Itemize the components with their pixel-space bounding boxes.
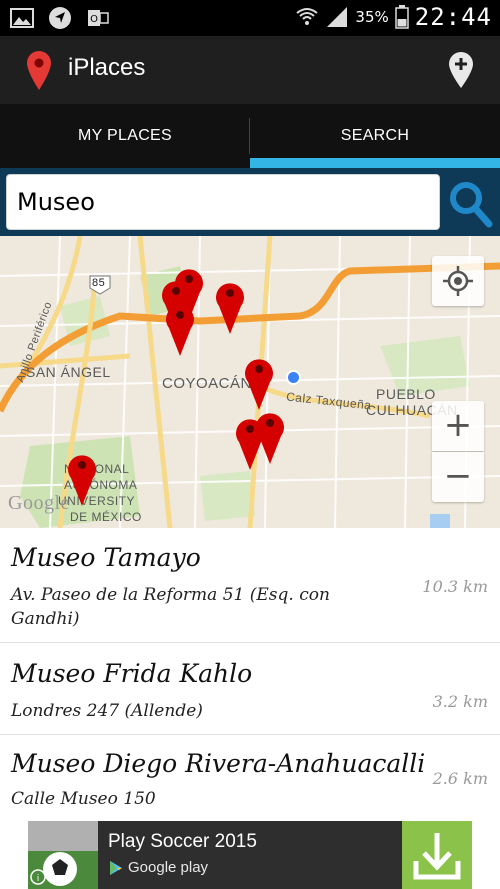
ad-title: Play Soccer 2015 (108, 831, 257, 852)
svg-text:O: O (90, 14, 98, 25)
results-list: Museo Tamayo Av. Paseo de la Reforma 51 … (0, 528, 500, 821)
place-pin[interactable] (214, 278, 246, 334)
result-item[interactable]: Museo Tamayo Av. Paseo de la Reforma 51 … (0, 528, 500, 643)
search-field (6, 174, 440, 230)
clock: 22:44 (414, 3, 492, 31)
signal-icon (327, 7, 348, 27)
result-address: Calle Museo 150 (11, 789, 156, 809)
battery-percentage: 35% (355, 8, 389, 26)
search-input[interactable] (7, 175, 439, 229)
outlook-icon: O (88, 10, 109, 26)
result-item[interactable]: Museo Frida Kahlo Londres 247 (Allende) … (0, 643, 500, 735)
battery-icon (395, 5, 409, 29)
app-title: iPlaces (68, 54, 146, 81)
result-address: Av. Paseo de la Reforma 51 (Esq. con Gan… (11, 585, 330, 629)
zoom-in-label: + (443, 405, 473, 445)
my-location-button[interactable] (432, 256, 484, 306)
download-icon (413, 833, 461, 880)
my-location-dot (286, 370, 301, 385)
my-location-icon (443, 266, 473, 296)
place-pin[interactable] (164, 300, 196, 356)
soccer-ball-icon: i (28, 821, 98, 889)
add-place-pin-icon[interactable] (448, 52, 474, 88)
map-pin-icon (27, 51, 51, 90)
ad-app-thumbnail: i (28, 821, 98, 889)
ad-banner[interactable]: i Play Soccer 2015 Google play (0, 821, 500, 889)
result-address: Londres 247 (Allende) (11, 701, 203, 721)
gallery-icon (10, 8, 34, 28)
ad-content[interactable]: i Play Soccer 2015 Google play (28, 821, 472, 889)
map-route-shield: 85 (92, 277, 106, 289)
result-item[interactable]: Museo Diego Rivera-Anahuacalli Calle Mus… (0, 735, 500, 821)
result-name: Museo Tamayo (11, 543, 201, 572)
google-play-icon (110, 860, 122, 875)
map-label-pueblo: PUEBLO (376, 386, 436, 402)
wifi-icon (296, 8, 319, 25)
navigation-icon (49, 7, 71, 29)
ad-store: Google play (108, 859, 208, 876)
status-system: 35% 22:44 (295, 3, 492, 31)
search-icon[interactable] (446, 176, 494, 230)
ad-store-label: Google play (128, 859, 209, 876)
result-distance: 10.3 km (422, 577, 488, 596)
status-notifications: O (10, 6, 110, 30)
status-bar: O 35% 22:44 (0, 0, 500, 36)
map-label-unam-4: DE MÉXICO (70, 510, 142, 524)
result-name: Museo Diego Rivera-Anahuacalli (11, 749, 426, 778)
tab-my-places[interactable]: MY PLACES (0, 104, 250, 168)
map-label-san-angel: SAN ÁNGEL (26, 364, 111, 380)
zoom-out-label: − (443, 456, 473, 496)
google-watermark: Google (8, 492, 70, 514)
svg-text:i: i (37, 874, 40, 884)
place-pin[interactable] (234, 414, 266, 470)
action-bar: iPlaces (0, 36, 500, 104)
map-view[interactable]: 85 SAN ÁNGEL COYOACÁN PUEBLO CULHUACÁN C… (0, 236, 500, 528)
map-label-coyoacan: COYOACÁN (162, 375, 252, 392)
search-row (0, 168, 500, 236)
place-pin[interactable] (243, 354, 275, 410)
result-distance: 3.2 km (432, 692, 488, 711)
result-distance: 2.6 km (432, 769, 488, 788)
place-pin[interactable] (66, 450, 98, 506)
result-name: Museo Frida Kahlo (11, 659, 253, 688)
tab-selected-indicator (250, 158, 500, 168)
ad-download-button[interactable] (402, 821, 472, 889)
zoom-in-button[interactable]: + (432, 401, 484, 451)
zoom-out-button[interactable]: − (432, 452, 484, 502)
